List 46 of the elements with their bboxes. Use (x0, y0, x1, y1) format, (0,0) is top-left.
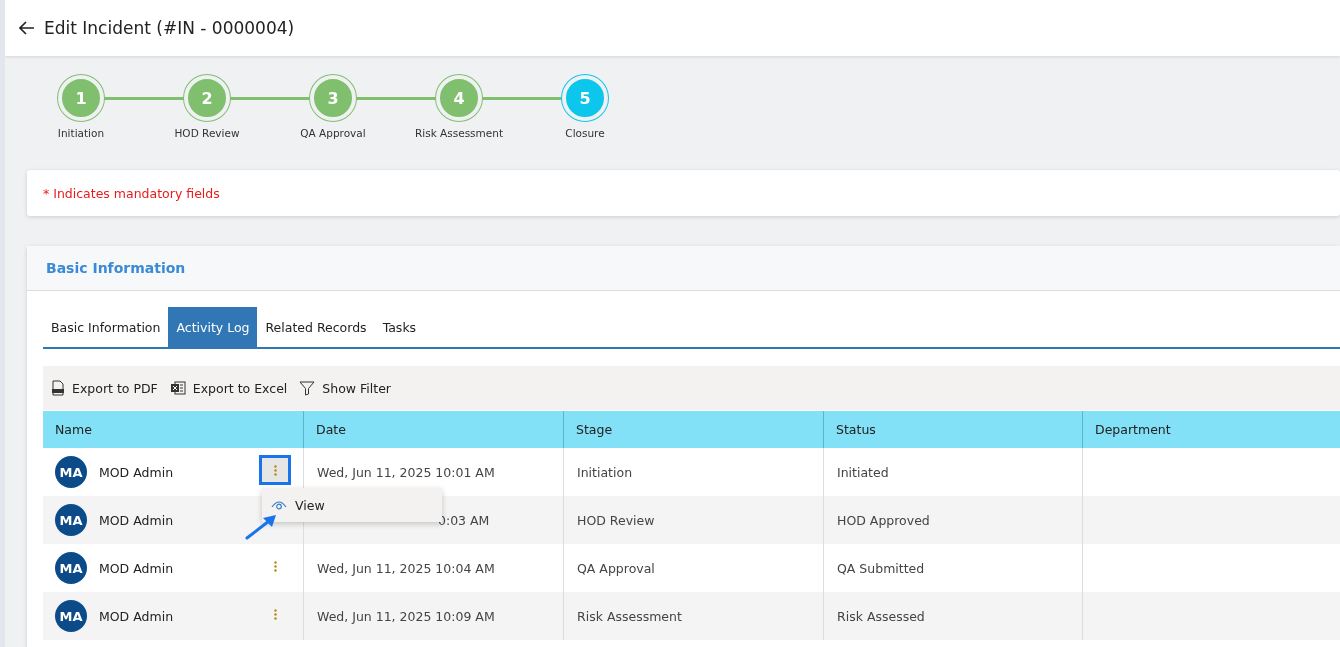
step-label: Initiation (57, 127, 105, 139)
pdf-file-icon (51, 380, 65, 396)
stage-text: QA Approval (577, 560, 655, 576)
user-name: MOD Admin (99, 608, 174, 624)
status-text: HOD Approved (837, 512, 930, 528)
step-label: QA Approval (300, 127, 366, 139)
toolbar-button[interactable]: Export to PDF (51, 380, 158, 396)
step-label: Closure (565, 127, 605, 139)
avatar: MA (55, 552, 87, 584)
section-title: Basic Information (46, 260, 186, 276)
date-text: Wed, Jun 11, 2025 10:01 AM (317, 464, 495, 480)
avatar: MA (55, 456, 87, 488)
back-arrow-icon[interactable] (19, 21, 35, 35)
date-text: Wed, Jun 11, 2025 10:04 AM (317, 560, 495, 576)
stage-text: Risk Assessment (577, 608, 682, 624)
vertical-dots-icon (273, 560, 277, 572)
status-text: QA Submitted (837, 560, 925, 576)
tab[interactable]: Activity Log (168, 307, 258, 347)
tab[interactable]: Related Records (257, 307, 375, 347)
mandatory-note: * Indicates mandatory fields (43, 185, 220, 201)
more-options-button[interactable] (259, 455, 291, 485)
toolbar-button[interactable]: Export to Excel (169, 380, 288, 396)
stage-text: HOD Review (577, 512, 655, 528)
user-name: MOD Admin (99, 464, 174, 480)
vertical-dots-icon (273, 464, 277, 476)
date-text: Wed, Jun 11, 2025 10:09 AM (317, 608, 495, 624)
toolbar-button[interactable]: Show Filter (299, 380, 391, 396)
eye-icon (271, 499, 287, 511)
status-text: Initiated (837, 464, 889, 480)
vertical-dots-icon (273, 608, 277, 620)
avatar: MA (55, 504, 87, 536)
tab[interactable]: Tasks (374, 307, 425, 347)
menu-item[interactable]: View (262, 488, 442, 522)
avatar: MA (55, 600, 87, 632)
pointer-arrow-icon (245, 512, 279, 540)
step-label: HOD Review (174, 127, 240, 139)
column-header[interactable]: Name (43, 411, 303, 448)
excel-file-icon (169, 380, 186, 396)
status-text: Risk Assessed (837, 608, 925, 624)
user-name: MOD Admin (99, 512, 174, 528)
stage-text: Initiation (577, 464, 633, 480)
page-title: Edit Incident (#IN - 0000004) (44, 18, 295, 38)
filter-icon (299, 380, 316, 396)
tab[interactable]: Basic Information (43, 307, 169, 347)
user-name: MOD Admin (99, 560, 174, 576)
step-label: Risk Assessment (414, 127, 504, 139)
